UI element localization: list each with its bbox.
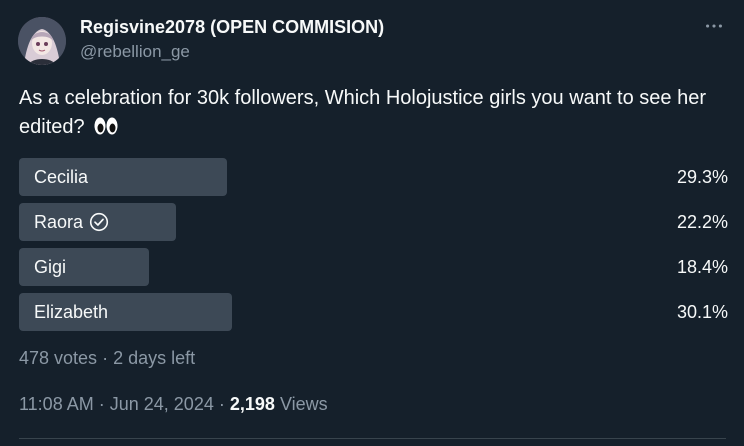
poll-option-label: Elizabeth xyxy=(34,293,108,331)
poll-option-label: Raora xyxy=(34,203,109,241)
poll-option-elizabeth[interactable]: Elizabeth 30.1% xyxy=(19,293,728,331)
poll-votes: 478 votes xyxy=(19,348,98,368)
poll-option-text: Raora xyxy=(34,212,84,232)
separator: · xyxy=(218,394,225,414)
separator: · xyxy=(102,348,109,368)
tweet: Regisvine2078 (OPEN COMMISION) @rebellio… xyxy=(0,0,744,446)
separator: · xyxy=(98,394,105,414)
poll-option-text: Gigi xyxy=(34,257,67,277)
avatar-image xyxy=(18,17,66,65)
poll-time-left: 2 days left xyxy=(113,348,196,368)
poll-option-label: Gigi xyxy=(34,248,66,286)
tweet-date[interactable]: Jun 24, 2024 xyxy=(110,394,214,414)
views-label: Views xyxy=(279,394,328,414)
tweet-timestamp: 11:08 AM · Jun 24, 2024 · 2,198 Views xyxy=(19,394,328,415)
poll-option-percent: 22.2% xyxy=(676,212,728,232)
author-handle[interactable]: @rebellion_ge xyxy=(80,42,190,62)
eyes-icon xyxy=(93,116,119,145)
views-count[interactable]: 2,198 xyxy=(230,394,275,414)
poll-meta: 478 votes · 2 days left xyxy=(19,348,195,369)
avatar[interactable] xyxy=(18,17,66,65)
poll-option-text: Elizabeth xyxy=(34,302,109,322)
more-dots-icon xyxy=(706,24,722,28)
author-display-name[interactable]: Regisvine2078 (OPEN COMMISION) xyxy=(80,17,384,38)
poll-option-label: Cecilia xyxy=(34,158,88,196)
poll-option-raora[interactable]: Raora 22.2% xyxy=(19,203,728,241)
voted-check-icon xyxy=(89,212,109,232)
poll-option-text: Cecilia xyxy=(34,167,89,187)
more-options-button[interactable] xyxy=(702,14,726,38)
poll-option-percent: 18.4% xyxy=(676,257,728,277)
poll: Cecilia 29.3% Raora 22.2% Gigi 18.4% Eli… xyxy=(19,158,728,338)
poll-option-cecilia[interactable]: Cecilia 29.3% xyxy=(19,158,728,196)
tweet-body: As a celebration for 30k followers, Whic… xyxy=(19,87,706,138)
tweet-time[interactable]: 11:08 AM xyxy=(19,394,94,414)
poll-option-gigi[interactable]: Gigi 18.4% xyxy=(19,248,728,286)
divider xyxy=(19,438,726,439)
poll-option-percent: 29.3% xyxy=(676,167,728,187)
tweet-text: As a celebration for 30k followers, Whic… xyxy=(19,84,719,145)
poll-option-percent: 30.1% xyxy=(676,302,728,322)
